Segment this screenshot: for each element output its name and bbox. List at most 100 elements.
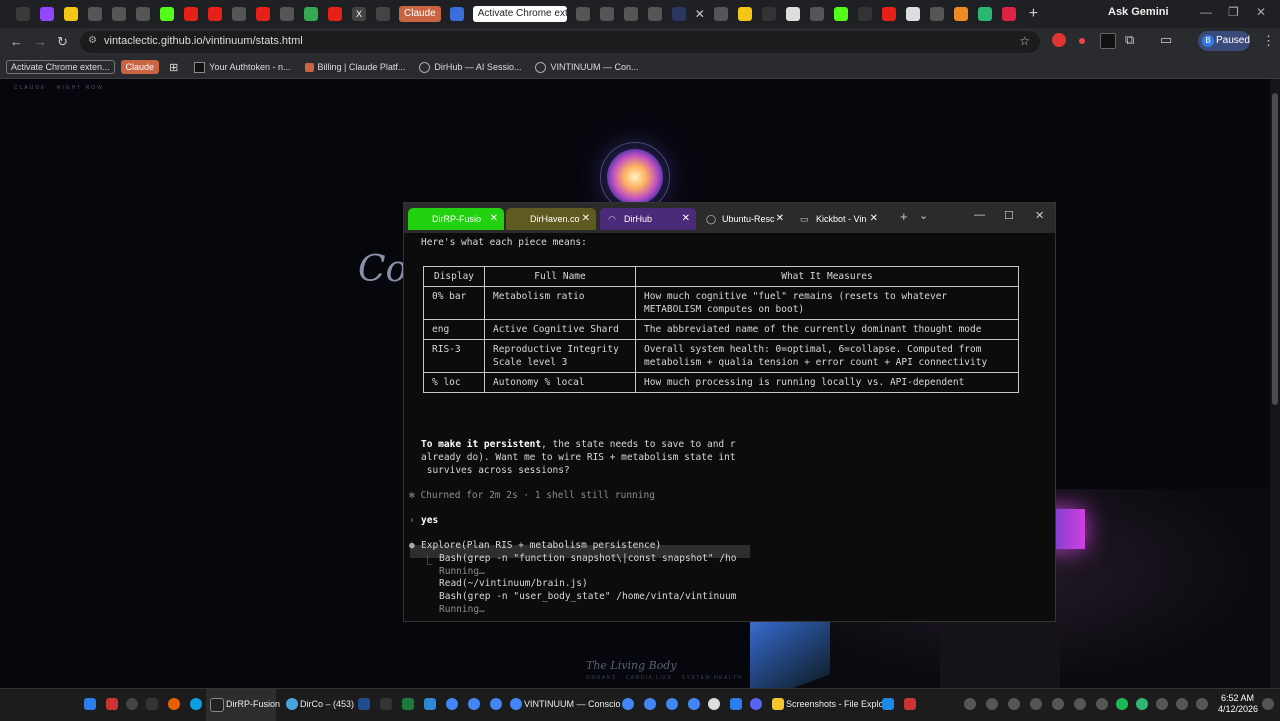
extension-icon[interactable] (1052, 33, 1066, 47)
taskbar-app-file-explorer[interactable]: Screenshots - File Explo (786, 699, 884, 709)
youtube-tab-icon[interactable] (208, 7, 222, 21)
app-icon[interactable] (424, 698, 436, 710)
chrome-icon[interactable] (622, 698, 634, 710)
apps-grid-icon[interactable]: ⊞ (169, 61, 178, 74)
extensions-puzzle-icon[interactable]: ⧉ (1125, 32, 1134, 48)
bookmark-billing[interactable]: Billing | Claude Platf... (304, 62, 405, 72)
tray-icon[interactable] (1074, 698, 1086, 710)
search-icon[interactable] (126, 698, 138, 710)
terminal-tab-kickbot[interactable]: ▭ Kickbot - Vin ✕ (792, 208, 884, 230)
bookmark-activate-extension[interactable]: Activate Chrome exten... (6, 60, 115, 74)
new-terminal-tab-icon[interactable]: + (900, 209, 908, 224)
extension-icon[interactable] (1100, 33, 1116, 49)
terminal-content[interactable]: Here's what each piece means: Display Fu… (404, 233, 1055, 621)
close-window-icon[interactable]: ✕ (1256, 5, 1266, 19)
scrollbar-thumb[interactable] (1272, 93, 1278, 405)
youtube-tab-icon[interactable] (184, 7, 198, 21)
tab-icon[interactable] (713, 7, 728, 21)
tab-icon[interactable] (647, 7, 662, 21)
close-tab-icon[interactable]: ✕ (682, 208, 690, 230)
kick-tab-icon[interactable] (833, 7, 848, 21)
bookmark-authtoken[interactable]: Your Authtoken - n... (194, 61, 291, 73)
app-icon[interactable] (358, 698, 370, 710)
ask-gemini-button[interactable]: Ask Gemini (1108, 6, 1169, 18)
app-icon[interactable] (730, 698, 742, 710)
bookmark-vintinuum[interactable]: VINTINUUM — Con... (535, 61, 638, 73)
minimize-icon[interactable]: — (1200, 5, 1212, 19)
tab-icon[interactable] (599, 7, 614, 21)
current-tab-icon[interactable] (671, 7, 686, 21)
site-info-icon[interactable]: ⚙ (88, 35, 97, 46)
bookmark-dirhub[interactable]: DirHub — AI Sessio... (419, 61, 521, 73)
notification-icon[interactable] (1262, 698, 1274, 710)
tray-icon[interactable] (986, 698, 998, 710)
tab-icon[interactable] (623, 7, 638, 21)
github-tab-icon[interactable] (905, 7, 920, 21)
tab-icon[interactable] (1001, 7, 1016, 21)
youtube-tab-icon[interactable] (881, 7, 896, 21)
tab-icon[interactable] (575, 7, 590, 21)
tab-icon[interactable] (88, 7, 102, 21)
chrome-icon[interactable] (510, 698, 522, 710)
volume-icon[interactable] (1196, 698, 1208, 710)
minimize-icon[interactable]: — (974, 209, 985, 221)
chrome-icon[interactable] (446, 698, 458, 710)
tray-icon[interactable] (964, 698, 976, 710)
taskbar-app-vintinuum[interactable]: VINTINUUM — Conscio (524, 699, 621, 709)
tab-icon[interactable] (112, 7, 126, 21)
x-tab-icon[interactable]: X (352, 7, 366, 21)
tab-icon[interactable] (64, 7, 78, 21)
terminal-tab-ubuntu[interactable]: ◯ Ubuntu-Resc ✕ (698, 208, 790, 230)
terminal-tab-dirrp-fusion[interactable]: DirRP-Fusio ✕ (408, 208, 504, 230)
taskbar-app-dirrp-fusion[interactable]: DirRP-Fusion (226, 699, 280, 709)
tab-icon[interactable] (857, 7, 872, 21)
chrome-icon[interactable] (644, 698, 656, 710)
chrome-icon[interactable] (666, 698, 678, 710)
close-tab-icon[interactable]: ✕ (776, 208, 784, 230)
app-icon[interactable] (286, 698, 298, 710)
tab-icon[interactable] (737, 7, 752, 21)
chrome-icon[interactable] (468, 698, 480, 710)
microphone-icon[interactable] (1156, 698, 1168, 710)
drive-tab-icon[interactable] (304, 7, 318, 21)
twitch-tab-icon[interactable] (40, 7, 54, 21)
reload-icon[interactable]: ↻ (57, 34, 68, 50)
youtube-tab-icon[interactable] (256, 7, 270, 21)
tab-icon[interactable] (136, 7, 150, 21)
close-tab-icon[interactable]: ✕ (582, 208, 590, 230)
discord-icon[interactable] (750, 698, 762, 710)
tab-icon[interactable] (376, 7, 390, 21)
tab-icon[interactable] (232, 7, 246, 21)
tab-dropdown-icon[interactable]: ⌄ (919, 209, 928, 222)
tray-icon[interactable] (1136, 698, 1148, 710)
menu-icon[interactable]: ⋮ (1262, 33, 1275, 49)
terminal-app-icon[interactable] (210, 698, 224, 712)
tab-icon[interactable] (809, 7, 824, 21)
terminal-tab-dirhub[interactable]: ◠ DirHub ✕ (600, 208, 696, 230)
url-text[interactable]: vintaclectic.github.io/vintinuum/stats.h… (104, 35, 303, 47)
spotify-icon[interactable] (1116, 698, 1128, 710)
new-tab-icon[interactable]: + (1029, 5, 1038, 23)
vscode-icon[interactable] (882, 698, 894, 710)
maximize-icon[interactable]: ☐ (1004, 209, 1014, 222)
close-tab-icon[interactable]: ✕ (870, 208, 878, 230)
app-icon[interactable] (904, 698, 916, 710)
close-tab-icon[interactable]: ✕ (490, 208, 498, 230)
split-view-icon[interactable]: ▭ (1160, 32, 1172, 48)
tray-icon[interactable] (1030, 698, 1042, 710)
tab-icon[interactable] (977, 7, 992, 21)
cloud-tab-icon[interactable] (953, 7, 968, 21)
tab-claude[interactable]: Claude (399, 6, 441, 22)
terminal-tab-dirhaven[interactable]: DirHaven.co ✕ (506, 208, 596, 230)
kick-tab-icon[interactable] (160, 7, 174, 21)
close-window-icon[interactable]: ✕ (1035, 209, 1044, 222)
taskbar-app-dirco[interactable]: DirCo – (453) (300, 699, 354, 709)
app-icon[interactable] (402, 698, 414, 710)
wifi-icon[interactable] (1176, 698, 1188, 710)
tab-icon[interactable] (929, 7, 944, 21)
firefox-icon[interactable] (168, 698, 180, 710)
edge-icon[interactable] (190, 698, 202, 710)
profile-paused-button[interactable]: B Paused (1198, 31, 1250, 51)
app-icon[interactable] (708, 698, 720, 710)
system-clock[interactable]: 6:52 AM 4/12/2026 (1218, 693, 1258, 715)
